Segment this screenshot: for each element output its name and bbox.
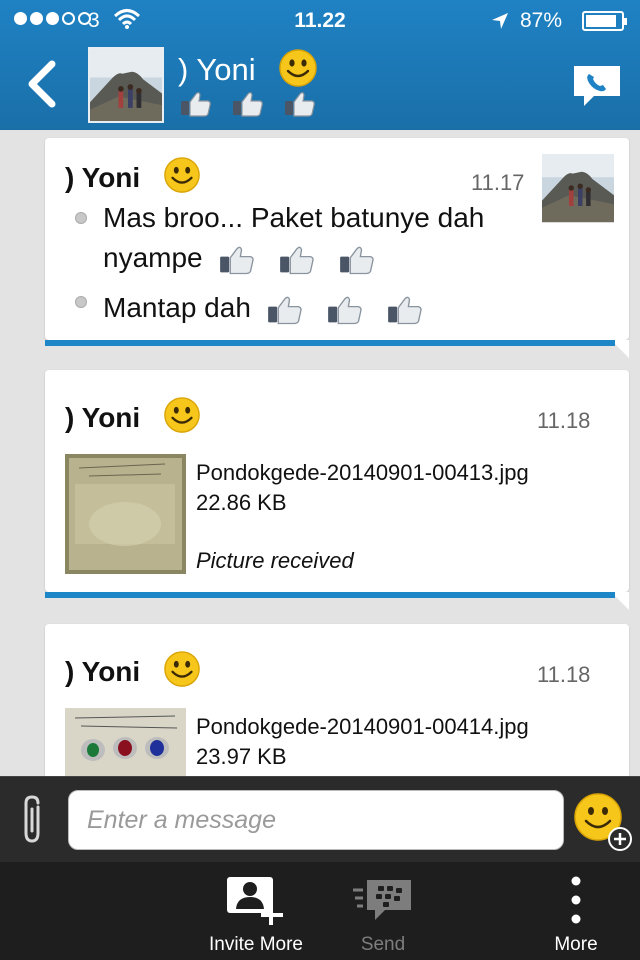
message-bubble[interactable]: ) Yoni 11.17 Mas broo... Paket batunye d…: [45, 138, 629, 358]
message-sender: ) Yoni: [65, 162, 141, 193]
thumbs-up-icon: [267, 295, 303, 325]
invite-more-button[interactable]: Invite More: [196, 862, 316, 960]
bullet-icon: [75, 212, 87, 224]
message-text-continued: nyampe: [103, 238, 375, 278]
send-label: Send: [360, 934, 406, 955]
contact-name[interactable]: ) Yoni: [178, 52, 256, 88]
thumbs-up-icon: [327, 295, 363, 325]
thumbs-up-icon: [387, 295, 423, 325]
sender-avatar: [541, 154, 615, 226]
contact-avatar[interactable]: [88, 47, 164, 123]
invite-more-label: Invite More: [209, 934, 303, 955]
smiley-icon: [163, 650, 201, 688]
message-time: 11.18: [537, 408, 591, 433]
chat-area[interactable]: ) Yoni 11.17 Mas broo... Paket batunye d…: [0, 130, 640, 776]
battery-percent: 87%: [520, 9, 563, 32]
thumbs-up-icon: [180, 91, 212, 117]
bullet-icon: [75, 296, 87, 308]
message-input[interactable]: [68, 790, 564, 850]
thumbs-up-icon: [279, 245, 315, 275]
status-bar: 3 11.22 87%: [0, 0, 640, 40]
phone-call-icon[interactable]: [572, 64, 622, 108]
more-label: More: [554, 934, 598, 955]
picture-thumbnail[interactable]: [65, 454, 186, 574]
paperclip-icon[interactable]: [20, 793, 48, 847]
message-text: Mas broo... Paket batunye dah: [103, 202, 485, 233]
picture-thumbnail[interactable]: [65, 708, 186, 776]
bottom-toolbar: Invite More Send More: [0, 862, 640, 960]
picture-status: Picture received: [196, 548, 354, 573]
message-sender: ) Yoni: [65, 656, 141, 687]
file-size: 23.97 KB: [196, 744, 287, 769]
message-composer: [0, 776, 640, 862]
thumbs-up-icon: [284, 91, 316, 117]
file-name[interactable]: Pondokgede-20140901-00414.jpg: [196, 714, 529, 740]
back-chevron-icon[interactable]: [22, 60, 62, 108]
message-bubble[interactable]: ) Yoni 11.18 Pondokgede-20140901-00413.j…: [45, 370, 629, 610]
send-button[interactable]: Send: [338, 862, 428, 960]
thumbs-up-row: [180, 91, 316, 117]
emoticon-picker-button[interactable]: [574, 793, 634, 853]
thumbs-up-icon: [339, 245, 375, 275]
top-bar: 3 11.22 87% ) Yoni: [0, 0, 640, 130]
message-text: Mantap dah: [103, 288, 423, 328]
thumbs-up-icon: [219, 245, 255, 275]
smiley-add-icon: [574, 793, 632, 851]
smiley-icon: [163, 156, 201, 194]
message-time: 11.17: [471, 170, 525, 195]
message-sender: ) Yoni: [65, 402, 141, 433]
file-name[interactable]: Pondokgede-20140901-00413.jpg: [196, 460, 529, 486]
add-contact-icon: [227, 877, 283, 925]
smiley-icon: [278, 48, 318, 88]
message-time: 11.18: [537, 662, 591, 687]
bbm-send-icon: [353, 880, 411, 920]
smiley-icon: [163, 396, 201, 434]
more-dots-icon: [571, 876, 581, 924]
battery-icon: [582, 11, 627, 31]
file-size: 22.86 KB: [196, 490, 287, 515]
location-arrow-icon: [492, 13, 508, 29]
more-button[interactable]: More: [540, 862, 612, 960]
message-bubble[interactable]: ) Yoni 11.18 Pondokgede-20140901-00414.j…: [45, 624, 629, 776]
thumbs-up-icon: [232, 91, 264, 117]
